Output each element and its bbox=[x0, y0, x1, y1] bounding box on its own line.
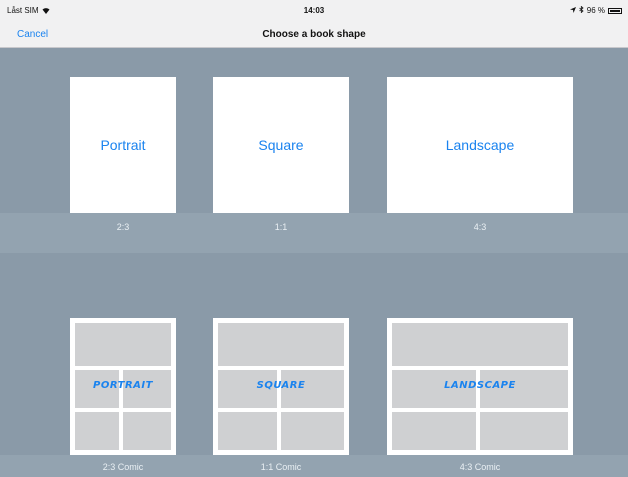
comic-panel bbox=[218, 323, 344, 366]
comic-option-landscape[interactable]: LANDSCAPE bbox=[387, 318, 573, 455]
shape-ratio-label: 4:3 bbox=[473, 222, 487, 232]
page-title: Choose a book shape bbox=[262, 29, 366, 40]
comic-label: LANDSCAPE bbox=[444, 380, 516, 391]
status-bar: Låst SIM 14:03 96 % bbox=[0, 0, 628, 20]
caption-band bbox=[0, 213, 628, 253]
shape-option-landscape[interactable]: Landscape bbox=[387, 77, 573, 213]
comic-panel bbox=[281, 412, 344, 450]
comic-label: PORTRAIT bbox=[93, 380, 153, 391]
shape-label: Landscape bbox=[445, 137, 515, 153]
shape-ratio-label: 2:3 bbox=[116, 222, 130, 232]
comic-panel bbox=[480, 412, 568, 450]
location-icon bbox=[569, 6, 576, 15]
shape-label: Portrait bbox=[100, 137, 146, 153]
comic-panel bbox=[75, 323, 171, 366]
comic-ratio-label: 2:3 Comic bbox=[102, 462, 144, 472]
shape-label: Square bbox=[258, 137, 304, 153]
comic-option-square[interactable]: SQUARE bbox=[213, 318, 349, 455]
comic-panel bbox=[218, 412, 277, 450]
comic-panel bbox=[392, 412, 476, 450]
comic-ratio-label: 4:3 Comic bbox=[459, 462, 501, 472]
comic-panel bbox=[123, 412, 171, 450]
comic-option-portrait[interactable]: PORTRAIT bbox=[70, 318, 176, 455]
battery-icon bbox=[608, 7, 622, 14]
bluetooth-icon bbox=[579, 5, 584, 15]
shape-option-square[interactable]: Square bbox=[213, 77, 349, 213]
comic-panel bbox=[392, 323, 568, 366]
battery-percent: 96 % bbox=[586, 6, 605, 15]
shape-ratio-label: 1:1 bbox=[274, 222, 288, 232]
status-right: 96 % bbox=[569, 5, 622, 15]
comic-label: SQUARE bbox=[256, 380, 306, 391]
comic-panel bbox=[75, 412, 119, 450]
comic-ratio-label: 1:1 Comic bbox=[260, 462, 302, 472]
shape-option-portrait[interactable]: Portrait bbox=[70, 77, 176, 213]
navigation-bar: Cancel Choose a book shape bbox=[0, 20, 628, 48]
status-time: 14:03 bbox=[303, 6, 325, 15]
